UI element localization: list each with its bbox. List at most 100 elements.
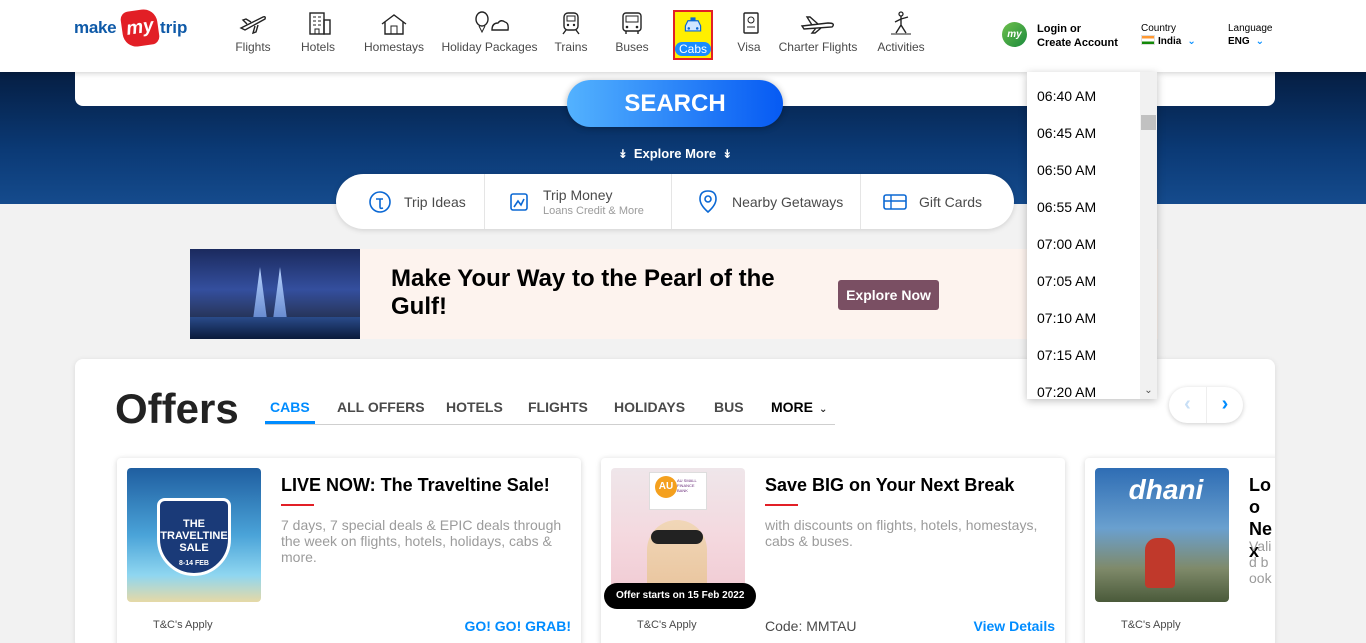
nav-item-charter-flights[interactable]: Charter Flights [776,10,860,62]
offer-thumbnail: THE TRAVELTINE SALE 8-14 FEB [127,468,261,602]
quick-link-label: Nearby Getaways [732,193,844,210]
explore-more-button[interactable]: ↡ Explore More ↡ [605,145,745,165]
nav-label: Hotels [300,40,335,54]
chevron-left-icon[interactable]: ‹ [1169,387,1206,423]
nav-label: Trains [554,40,588,54]
time-option[interactable]: 07:20 AM [1037,384,1096,399]
top-header: make my trip Flights Hotels Homestays Ho… [0,0,1366,72]
gift-card-icon [881,188,909,216]
nav-item-cabs[interactable]: Cabs [673,10,713,60]
banner-skyline-image [190,249,360,339]
offer-thumb-text: AU [655,476,677,498]
nav-label: Activities [877,40,925,54]
offer-card[interactable]: dhani Loo Nex Valid book T&C's Apply [1085,458,1275,643]
offer-thumb-sub: AU SMALL FINANCE BANK [677,478,697,493]
offer-start-pill: Offer starts on 15 Feb 2022 [604,583,757,609]
offers-title: Offers [115,385,239,432]
nav-label: Charter Flights [778,40,858,54]
scrollbar-thumb[interactable] [1141,115,1156,130]
country-selector[interactable]: Country India ⌄ [1141,23,1196,49]
promo-banner[interactable]: Make Your Way to the Pearl of the Gulf! … [190,249,1158,339]
offer-description: 7 days, 7 special deals & EPIC deals thr… [281,517,562,565]
time-option[interactable]: 07:05 AM [1037,273,1096,289]
language-caption: Language [1228,23,1273,34]
double-chevron-down-icon: ↡ [722,147,733,161]
time-option[interactable]: 06:45 AM [1037,125,1096,141]
login-create-account[interactable]: my Login or Create Account [1000,20,1130,52]
quick-link-label: Trip Ideas [404,193,466,210]
offer-thumb-text: THE TRAVELTINE SALE [160,518,228,554]
offer-cta-link[interactable]: View Details [974,618,1055,634]
tab-bus[interactable]: BUS [714,399,744,415]
quick-link-sub: Loans Credit & More [543,204,644,217]
nav-item-activities[interactable]: Activities [874,10,928,62]
trip-money-icon [505,188,533,216]
offer-tnc: T&C's Apply [637,619,697,631]
explore-more-label: Explore More [633,146,717,161]
quick-link-nearby-getaways[interactable]: Nearby Getaways [672,174,861,229]
nav-item-flights[interactable]: Flights [232,10,274,62]
nav-label: Flights [235,40,271,54]
time-option[interactable]: 06:50 AM [1037,162,1096,178]
visa-icon [735,10,763,36]
time-option[interactable]: 07:00 AM [1037,236,1096,252]
nav-item-homestays[interactable]: Homestays [362,10,426,62]
nav-label: Visa [737,40,761,54]
nav-label: Homestays [363,40,425,54]
homestay-icon [362,10,426,36]
banner-headline: Make Your Way to the Pearl of the Gulf! [391,265,775,320]
scroll-down-arrow-icon[interactable]: ⌄ [1140,383,1157,399]
quick-link-gift-cards[interactable]: Gift Cards [861,174,1014,229]
logo-my-badge: my [119,7,161,49]
trip-ideas-icon [366,188,394,216]
nav-item-buses[interactable]: Buses [613,10,651,62]
chevron-down-icon: ⌄ [1255,36,1265,47]
tab-more-label: MORE [771,399,813,415]
nav-item-trains[interactable]: Trains [552,10,590,62]
tab-flights[interactable]: FLIGHTS [528,399,588,415]
double-chevron-down-icon: ↡ [617,147,628,161]
chevron-down-icon: ⌄ [1187,36,1196,47]
india-flag-icon [1141,35,1155,45]
explore-now-button[interactable]: Explore Now [838,280,939,310]
chevron-right-icon[interactable]: › [1206,387,1243,423]
charter-flight-icon [776,10,860,36]
offer-description: Valid book [1249,538,1272,586]
quick-link-trip-ideas[interactable]: Trip Ideas [336,174,485,229]
train-icon [552,10,590,36]
tab-all-offers[interactable]: ALL OFFERS [337,399,425,415]
time-option[interactable]: 07:15 AM [1037,347,1096,363]
country-caption: Country [1141,23,1177,34]
offer-card[interactable]: AU AU SMALL FINANCE BANK Offer starts on… [601,458,1065,643]
tab-more[interactable]: MORE ⌄ [771,399,827,415]
offer-thumb-sub: 8-14 FEB [179,560,209,567]
login-line-2: Create Account [1037,37,1118,49]
myaccount-avatar: my [1002,22,1027,47]
time-option[interactable]: 07:10 AM [1037,310,1096,326]
tab-holidays[interactable]: HOLIDAYS [614,399,685,415]
language-selector[interactable]: Language ENG ⌄ [1228,23,1273,49]
tab-hotels[interactable]: HOTELS [446,399,503,415]
time-option[interactable]: 06:40 AM [1037,88,1096,104]
nav-item-holiday-packages[interactable]: Holiday Packages [441,10,538,62]
login-line-1: Login or [1037,23,1081,35]
search-button[interactable]: SEARCH [567,80,783,127]
nav-label: Holiday Packages [441,40,538,54]
offer-card[interactable]: THE TRAVELTINE SALE 8-14 FEB LIVE NOW: T… [117,458,581,643]
offer-thumbnail: dhani [1095,468,1229,602]
nav-item-visa[interactable]: Visa [735,10,763,62]
offer-tnc: T&C's Apply [1121,619,1181,631]
language-value: ENG [1228,36,1250,47]
chevron-down-icon: ⌄ [819,404,828,415]
offer-description: with discounts on flights, hotels, homes… [765,517,1038,549]
makemytrip-logo[interactable]: make my trip [74,7,190,49]
tab-cabs[interactable]: CABS [265,399,315,424]
offer-title: Save BIG on Your Next Break [765,475,1015,495]
offer-cta-link[interactable]: GO! GO! GRAB! [464,618,571,634]
quick-link-trip-money[interactable]: Trip Money Loans Credit & More [485,174,672,229]
logo-make-text: make [74,18,117,37]
nav-item-hotels[interactable]: Hotels [297,10,339,62]
time-option[interactable]: 06:55 AM [1037,199,1096,215]
offer-title: LIVE NOW: The Traveltine Sale! [281,475,550,495]
quick-links-bar: Trip Ideas Trip Money Loans Credit & More… [336,174,1014,229]
